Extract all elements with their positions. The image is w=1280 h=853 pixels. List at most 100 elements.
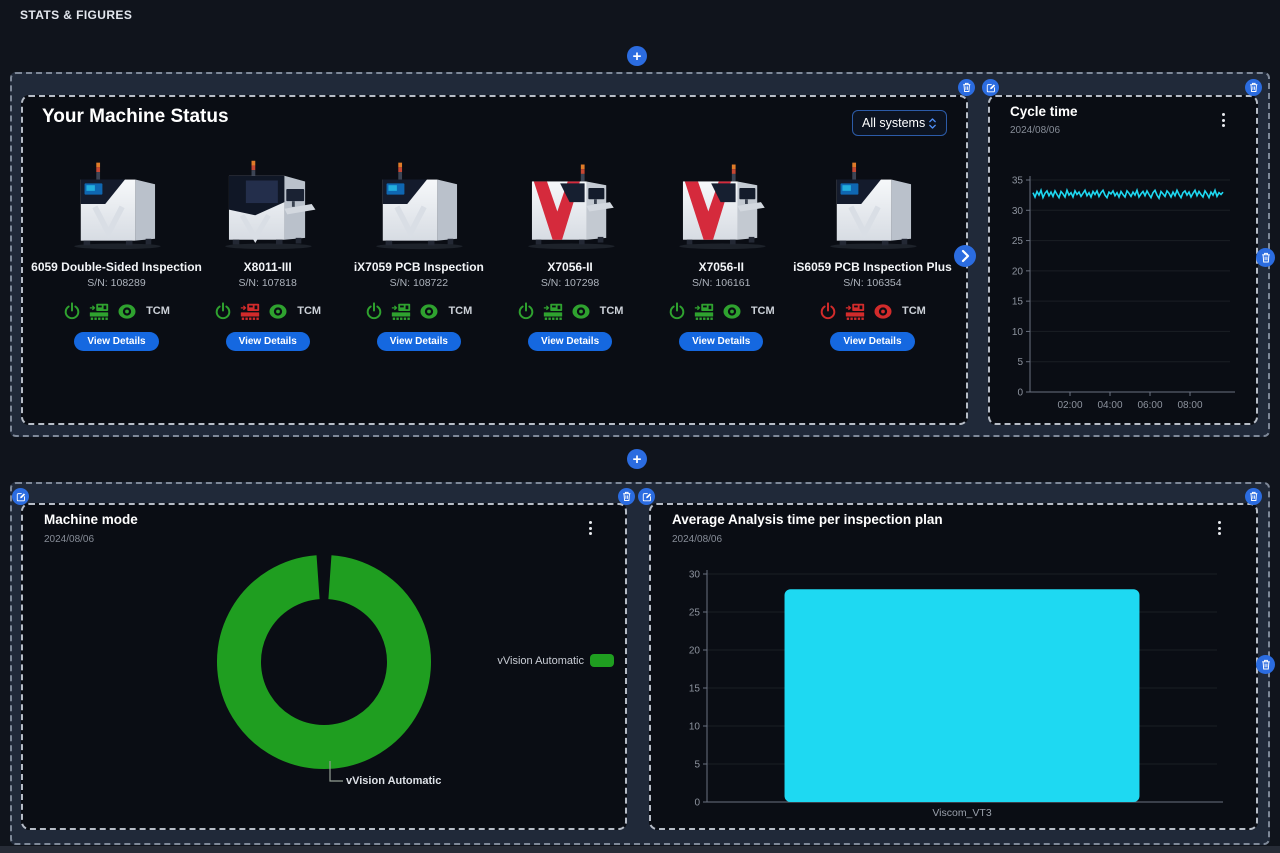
machine-serial: S/N: 108289 <box>87 277 145 289</box>
machine-serial: S/N: 107298 <box>541 277 599 289</box>
power-status-icon <box>517 302 535 320</box>
inspection-status-icon <box>419 303 439 320</box>
view-details-button[interactable]: View Details <box>74 332 158 351</box>
delete-row-1-button[interactable] <box>1256 248 1275 267</box>
view-details-button[interactable]: View Details <box>679 332 763 351</box>
svg-text:5: 5 <box>1017 357 1023 368</box>
trash-icon <box>962 82 972 93</box>
delete-row-2-button[interactable] <box>1256 655 1275 674</box>
svg-text:25: 25 <box>689 608 701 619</box>
edit-machine-mode-button[interactable] <box>12 488 29 505</box>
power-status-icon <box>668 302 686 320</box>
cycle-time-menu-button[interactable] <box>1217 110 1230 130</box>
machine-list: 6059 Double-Sided Inspection S/N: 108289 <box>46 153 943 351</box>
smt-line-status-icon <box>542 302 564 321</box>
trash-icon <box>622 491 632 502</box>
smt-line-status-icon <box>844 302 866 321</box>
smt-line-status-icon <box>390 302 412 321</box>
machine-card: 6059 Double-Sided Inspection S/N: 108289 <box>46 153 187 351</box>
systems-filter-value: All systems <box>862 116 925 130</box>
pencil-icon <box>642 492 652 502</box>
page-bottom-strip <box>0 846 1280 853</box>
machine-card: iS6059 PCB Inspection Plus S/N: 106354 <box>802 153 943 351</box>
avg-analysis-widget: Average Analysis time per inspection pla… <box>649 503 1258 830</box>
tcm-label: TCM <box>448 305 472 317</box>
machine-serial: S/N: 106354 <box>843 277 901 289</box>
svg-text:15: 15 <box>1012 297 1024 308</box>
machine-name: X8011-III <box>197 260 338 274</box>
add-widget-top-button[interactable]: + <box>627 46 647 66</box>
cycle-time-chart: 0510152025303502:0004:0006:0008:00 <box>1000 170 1250 420</box>
avg-analysis-menu-button[interactable] <box>1213 518 1226 538</box>
svg-text:Viscom_VT3: Viscom_VT3 <box>932 807 991 819</box>
power-status-icon <box>63 302 81 320</box>
svg-text:02:00: 02:00 <box>1057 400 1082 411</box>
delete-machine-status-button[interactable] <box>958 79 975 96</box>
svg-text:15: 15 <box>689 684 701 695</box>
cycle-time-date: 2024/08/06 <box>1010 125 1060 136</box>
svg-text:0: 0 <box>694 798 700 809</box>
delete-machine-mode-button[interactable] <box>618 488 635 505</box>
tcm-label: TCM <box>146 305 170 317</box>
svg-text:30: 30 <box>1012 206 1024 217</box>
machine-name: X7056-II <box>500 260 641 274</box>
svg-text:35: 35 <box>1012 176 1024 187</box>
inspection-status-icon <box>268 303 288 320</box>
legend-swatch <box>590 654 614 667</box>
cycle-time-widget: Cycle time 2024/08/06 0510152025303502:0… <box>988 95 1258 425</box>
smt-line-status-icon <box>693 302 715 321</box>
next-machines-button[interactable] <box>954 245 976 267</box>
edit-cycle-time-button[interactable] <box>982 79 999 96</box>
view-details-button[interactable]: View Details <box>830 332 914 351</box>
delete-avg-analysis-button[interactable] <box>1245 488 1262 505</box>
legend-label: vVision Automatic <box>497 655 584 667</box>
svg-text:5: 5 <box>694 760 700 771</box>
avg-analysis-chart: 051015202530Viscom_VT3 <box>669 563 1239 825</box>
svg-text:06:00: 06:00 <box>1137 400 1162 411</box>
svg-text:20: 20 <box>1012 266 1024 277</box>
machine-name: iS6059 PCB Inspection Plus <box>802 260 943 274</box>
tcm-label: TCM <box>600 305 624 317</box>
view-details-button[interactable]: View Details <box>226 332 310 351</box>
edit-avg-analysis-button[interactable] <box>638 488 655 505</box>
machine-status-icons: TCM <box>63 300 170 322</box>
trash-icon <box>1261 659 1271 670</box>
delete-cycle-time-button[interactable] <box>1245 79 1262 96</box>
machine-status-widget: Your Machine Status All systems 6059 Dou… <box>21 95 968 425</box>
svg-text:0: 0 <box>1017 388 1023 399</box>
machine-mode-legend-item[interactable]: vVision Automatic <box>497 654 614 667</box>
avg-analysis-date: 2024/08/06 <box>672 534 722 545</box>
machine-card: iX7059 PCB Inspection S/N: 108722 <box>348 153 489 351</box>
plus-icon: + <box>633 452 642 467</box>
machine-name: 6059 Double-Sided Inspection <box>46 260 187 274</box>
avg-analysis-title: Average Analysis time per inspection pla… <box>672 512 943 527</box>
machine-card: X7056-II S/N: 106161 <box>651 153 792 351</box>
tcm-label: TCM <box>297 305 321 317</box>
machine-status-title: Your Machine Status <box>42 106 229 128</box>
machine-image <box>197 153 338 255</box>
machine-image <box>46 153 187 255</box>
svg-text:25: 25 <box>1012 236 1024 247</box>
add-widget-middle-button[interactable]: + <box>627 449 647 469</box>
inspection-status-icon <box>571 303 591 320</box>
view-details-button[interactable]: View Details <box>528 332 612 351</box>
machine-status-icons: TCM <box>819 300 926 322</box>
chevron-up-down-icon <box>928 116 937 131</box>
machine-serial: S/N: 108722 <box>390 277 448 289</box>
machine-status-icons: TCM <box>517 300 624 322</box>
machine-name: X7056-II <box>651 260 792 274</box>
chevron-right-icon <box>954 245 976 267</box>
view-details-button[interactable]: View Details <box>377 332 461 351</box>
machine-image <box>651 153 792 255</box>
svg-text:10: 10 <box>689 722 701 733</box>
kebab-icon <box>1222 113 1225 116</box>
machine-status-icons: TCM <box>668 300 775 322</box>
svg-text:04:00: 04:00 <box>1097 400 1122 411</box>
svg-text:20: 20 <box>689 646 701 657</box>
dashboard: STATS & FIGURES + + Your Machine Status … <box>0 0 1280 853</box>
machine-serial: S/N: 106161 <box>692 277 750 289</box>
power-status-icon <box>819 302 837 320</box>
systems-filter-dropdown[interactable]: All systems <box>852 110 947 136</box>
cycle-time-title: Cycle time <box>1010 104 1078 119</box>
machine-serial: S/N: 107818 <box>238 277 296 289</box>
